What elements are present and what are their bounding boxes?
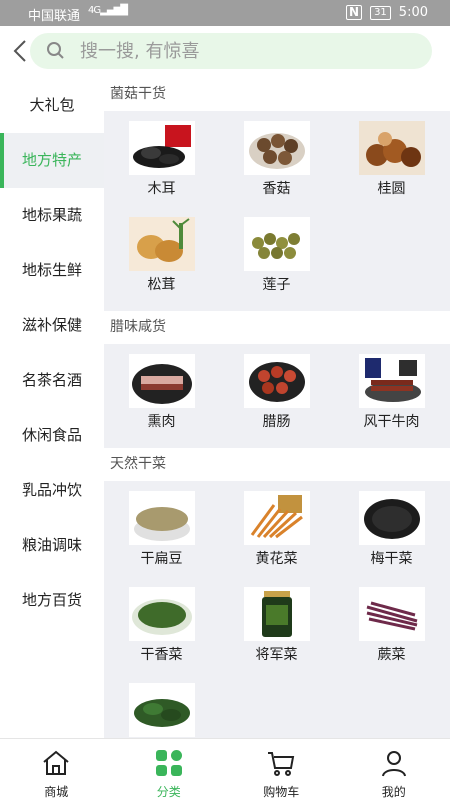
sidebar-item-local-specialty[interactable]: 地方特产: [0, 133, 104, 188]
product-label: 风干牛肉: [363, 414, 420, 430]
tab-category[interactable]: 分类: [113, 739, 226, 800]
product-item[interactable]: 梅干菜: [334, 489, 449, 585]
product-label: 莲子: [262, 277, 291, 293]
product-grid: 木耳 香菇 桂圆 松茸 莲子: [104, 111, 450, 311]
product-item[interactable]: 将军菜: [219, 585, 334, 681]
sidebar-item-snacks[interactable]: 休闲食品: [0, 408, 104, 463]
product-item[interactable]: 桂圆: [334, 119, 449, 215]
product-item[interactable]: 干扁豆: [104, 489, 219, 585]
product-item[interactable]: 松茸: [104, 215, 219, 311]
dried-bean-image: [128, 491, 195, 545]
dried-greens-image: [128, 683, 195, 737]
product-label: 黄花菜: [255, 551, 298, 567]
sidebar-item-fruits-vegetables[interactable]: 地标果蔬: [0, 188, 104, 243]
product-label: 腊肠: [262, 414, 291, 430]
matsutake-image: [128, 217, 195, 271]
search-header: [0, 26, 450, 78]
back-arrow-icon[interactable]: [10, 38, 32, 64]
product-item[interactable]: 莲子: [219, 215, 334, 311]
dried-beef-image: [358, 354, 425, 408]
status-bar: 中国联通 4G▂▄▆█ N 31 5:00: [0, 0, 450, 26]
product-label: 梅干菜: [370, 551, 413, 567]
tab-label: 购物车: [263, 785, 300, 799]
tab-cart[interactable]: 购物车: [225, 739, 338, 800]
jiangjun-cai-image: [243, 587, 310, 641]
product-grid: 熏肉 腊肠 风干牛肉: [104, 344, 450, 448]
product-label: 将军菜: [255, 647, 298, 663]
fern-image: [358, 587, 425, 641]
product-item[interactable]: 香菇: [219, 119, 334, 215]
product-item[interactable]: 腊肠: [219, 352, 334, 448]
product-item[interactable]: 风干牛肉: [334, 352, 449, 448]
sidebar-item-fresh-food[interactable]: 地标生鲜: [0, 243, 104, 298]
product-label: 木耳: [147, 181, 176, 197]
sidebar-item-general-goods[interactable]: 地方百货: [0, 573, 104, 628]
clock: 5:00: [398, 5, 428, 20]
product-item[interactable]: 蕨菜: [334, 585, 449, 681]
longan-image: [358, 121, 425, 175]
signal-icon: 4G▂▄▆█: [88, 5, 128, 16]
sidebar-item-health[interactable]: 滋补保健: [0, 298, 104, 353]
daylily-image: [243, 491, 310, 545]
lotus-seed-image: [243, 217, 310, 271]
product-label: 香菇: [262, 181, 291, 197]
cart-icon: [268, 752, 295, 776]
tab-profile[interactable]: 我的: [338, 739, 450, 800]
search-input[interactable]: [80, 36, 410, 66]
dried-coriander-image: [128, 587, 195, 641]
search-box[interactable]: [30, 33, 432, 69]
section-title: 腊味咸货: [104, 311, 450, 344]
product-label: 干扁豆: [140, 551, 183, 567]
black-fungus-image: [128, 121, 195, 175]
tab-label: 商城: [44, 785, 69, 799]
category-icon: [155, 750, 182, 776]
tab-label: 我的: [381, 785, 406, 799]
sidebar-item-grain-oil[interactable]: 粮油调味: [0, 518, 104, 573]
shiitake-image: [243, 121, 310, 175]
product-grid: 干扁豆 黄花菜 梅干菜 干香菜 将军菜 蕨菜: [104, 481, 450, 738]
bottom-tab-bar: 商城 分类 购物车 我的: [0, 738, 450, 800]
product-item[interactable]: 干香菜: [104, 585, 219, 681]
product-label: 蕨菜: [377, 647, 406, 663]
section-title: 天然干菜: [104, 448, 450, 481]
user-icon: [381, 751, 406, 777]
sausage-image: [243, 354, 310, 408]
sidebar-item-tea-wine[interactable]: 名茶名酒: [0, 353, 104, 408]
product-item[interactable]: 干菜: [104, 681, 219, 738]
product-item[interactable]: 黄花菜: [219, 489, 334, 585]
product-item[interactable]: 熏肉: [104, 352, 219, 448]
search-icon: [47, 42, 64, 59]
tab-label: 分类: [156, 785, 181, 799]
smoked-pork-image: [128, 354, 195, 408]
carrier-name: 中国联通: [28, 9, 81, 24]
home-icon: [43, 750, 69, 775]
product-item[interactable]: 木耳: [104, 119, 219, 215]
section-title: 菌菇干货: [104, 78, 450, 111]
product-label: 松茸: [147, 277, 176, 293]
battery-icon: 31: [370, 5, 391, 20]
nfc-icon: N: [346, 5, 363, 20]
category-sidebar: 大礼包 地方特产 地标果蔬 地标生鲜 滋补保健 名茶名酒 休闲食品 乳品冲饮 粮…: [0, 78, 104, 738]
meigan-cai-image: [358, 491, 425, 545]
product-label: 桂圆: [377, 181, 406, 197]
product-label: 干香菜: [140, 647, 183, 663]
tab-home[interactable]: 商城: [0, 739, 113, 800]
category-content: 菌菇干货 木耳 香菇 桂圆 松茸 莲子 腊味咸货 熏肉 腊肠 风干牛肉 天然干菜…: [104, 78, 450, 738]
product-label: 熏肉: [147, 414, 176, 430]
network-type: 4G: [88, 5, 101, 16]
sidebar-item-gift-pack[interactable]: 大礼包: [0, 78, 104, 133]
sidebar-item-dairy-drinks[interactable]: 乳品冲饮: [0, 463, 104, 518]
